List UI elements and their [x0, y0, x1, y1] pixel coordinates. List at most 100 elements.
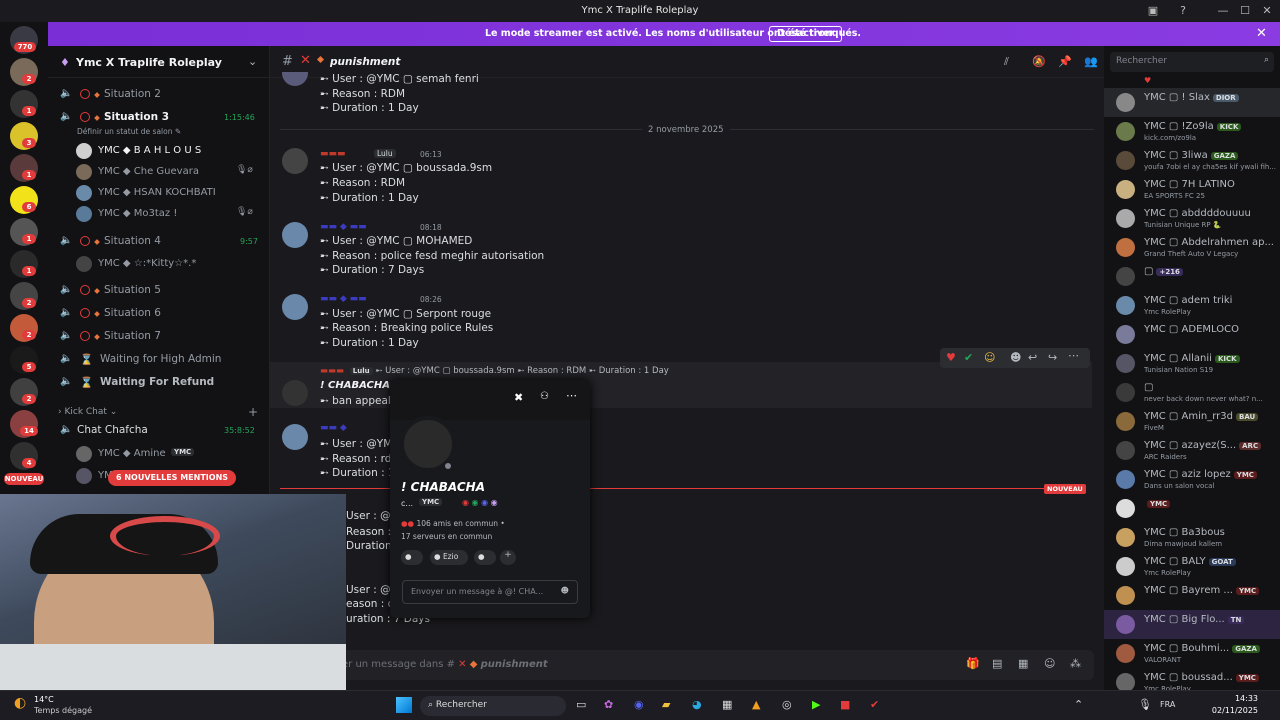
add-channel-icon[interactable]: + [248, 405, 258, 419]
member-row[interactable]: YMC ▢ 3liwa GAZA youfa 7obi el ay cha5es k… [1104, 146, 1280, 175]
voice-channel-situation-2[interactable]: 🔈 Situation 2 [58, 85, 263, 105]
weather-desc[interactable]: Temps dégagé [34, 706, 92, 715]
member-row[interactable]: YMC ▢ Bouhmi... GAZA VALORANT [1104, 639, 1280, 668]
app-icon[interactable]: ✔ [870, 698, 879, 711]
inbox-icon[interactable]: ▣ [1146, 4, 1160, 18]
avatar[interactable] [282, 294, 308, 320]
more-options-icon[interactable]: ⋯ [1068, 349, 1079, 362]
author-name-hidden[interactable]: ▬▬ ◆ ▬▬ [320, 222, 367, 232]
file-explorer-icon[interactable]: ▰ [662, 698, 670, 711]
task-view-icon[interactable]: ▭ [576, 698, 586, 711]
gift-icon[interactable]: 🎁 [966, 657, 980, 670]
avatar[interactable] [282, 380, 308, 406]
member-row[interactable]: YMC ▢ Ba3bous Dima mawjoud kallem [1104, 523, 1280, 552]
new-mentions-pill[interactable]: 6 NOUVELLES MENTIONS [108, 470, 237, 486]
member-row[interactable]: YMC ▢ aziz lopez YMC Dans un salon vocal [1104, 465, 1280, 494]
heart-reaction-icon[interactable]: ♥ [946, 351, 956, 364]
member-row[interactable]: YMC ▢ BALY GOAT Ymc RolePlay [1104, 552, 1280, 581]
sticker-icon[interactable]: ▦ [1018, 657, 1028, 670]
apps-icon[interactable]: ⁂ [1070, 657, 1081, 670]
member-row[interactable]: ▢ never back down never what? n... [1104, 378, 1280, 407]
voice-channel-chat-chafcha[interactable]: 🔈 Chat Chafcha 35:8:52 [58, 421, 263, 441]
threads-icon[interactable]: ⫽ [1004, 55, 1009, 69]
voice-member[interactable]: YMC ◆ B A H L O U S [76, 141, 266, 161]
member-row[interactable]: YMC ▢ Abdelrahmen ap... Grand Theft Auto … [1104, 233, 1280, 262]
member-row[interactable]: YMC ▢ azayez(S... ARC ARC Raiders [1104, 436, 1280, 465]
windows-start-icon[interactable] [396, 697, 412, 713]
kick-icon[interactable]: ▶ [812, 698, 820, 711]
weather-icon[interactable]: ◐ [14, 695, 26, 711]
avatar[interactable] [282, 148, 308, 174]
keyboard-language[interactable]: FRA [1160, 700, 1175, 709]
maximize-icon[interactable]: ☐ [1238, 4, 1252, 18]
category-kick-chat[interactable]: › Kick Chat ⌄ [58, 407, 117, 417]
minimize-icon[interactable]: — [1216, 4, 1230, 18]
member-row[interactable]: YMC ▢ abddddouuuu Tunisian Unique RP 🐍 [1104, 204, 1280, 233]
connection-chip[interactable]: ● [401, 550, 423, 565]
author-name[interactable]: ! CHABACHA [320, 380, 390, 391]
member-row[interactable]: ▢ +216 [1104, 262, 1280, 291]
connection-chip[interactable]: ● Ezio [430, 550, 468, 565]
add-reaction-icon[interactable]: ☻ [1010, 351, 1021, 364]
member-row[interactable]: YMC ▢ 7H LATINO EA SPORTS FC 25 [1104, 175, 1280, 204]
member-row[interactable]: YMC [1104, 494, 1280, 523]
avatar[interactable] [282, 222, 308, 248]
voice-member[interactable]: YMC ◆ Amine YMC [76, 444, 266, 464]
voice-channel-situation-5[interactable]: 🔈 Situation 5 [58, 281, 263, 301]
server-header[interactable]: ♦ Ymc X Traplife Roleplay ⌄ [48, 46, 270, 78]
voice-channel-situation-4[interactable]: 🔈 Situation 4 9:57 [58, 232, 263, 252]
app-icon[interactable]: ▲ [752, 698, 760, 711]
add-chip-icon[interactable]: + [500, 550, 516, 565]
block-icon[interactable]: ✖ [514, 391, 523, 404]
obs-icon[interactable]: ◎ [782, 698, 792, 711]
app-icon[interactable]: ■ [840, 698, 850, 711]
profile-message-input[interactable]: Envoyer un message à @! CHA... ☻ [402, 580, 578, 604]
laugh-reaction-icon[interactable]: ☺ [984, 351, 995, 364]
member-row[interactable]: YMC ▢ ADEMLOCO [1104, 320, 1280, 349]
help-icon[interactable]: ? [1176, 4, 1190, 18]
edge-icon[interactable]: ◕ [692, 698, 702, 711]
voice-channel-situation-3[interactable]: 🔈 Situation 3 1:15:46 [58, 108, 263, 128]
member-row[interactable]: YMC ▢ ! Slax DIOR [1104, 88, 1280, 117]
discord-taskbar-icon[interactable]: ◉ [634, 698, 644, 711]
pin-icon[interactable]: 📌 [1058, 55, 1072, 68]
check-reaction-icon[interactable]: ✔ [964, 351, 973, 364]
tray-chevron-icon[interactable]: ⌃ [1074, 698, 1083, 711]
voice-channel-waiting-refund[interactable]: 🔈 ⌛ Waiting For Refund [58, 373, 263, 393]
add-friend-icon[interactable]: ⚇ [540, 391, 549, 402]
member-row[interactable]: YMC ▢ Big Flo... TN [1104, 610, 1280, 639]
taskbar-search[interactable]: ⌕ Rechercher [420, 696, 566, 716]
voice-channel-situation-6[interactable]: 🔈 Situation 6 [58, 304, 263, 324]
voice-channel-situation-7[interactable]: 🔈 Situation 7 [58, 327, 263, 347]
clock-time[interactable]: 14:33 [1220, 694, 1258, 703]
new-unreads-pill[interactable]: NOUVEAU [4, 473, 44, 485]
voice-member[interactable]: YMC ◆ Mo3taz ! 🎙︎⌀ [76, 204, 266, 224]
emoji-icon[interactable]: ☻ [561, 586, 569, 595]
mutual-servers[interactable]: 17 serveurs en commun [401, 532, 492, 541]
member-row[interactable]: YMC ▢ Allanii KICK Tunisian Nation S19 [1104, 349, 1280, 378]
voice-member[interactable]: YMC ◆ HSAN KOCHBATI [76, 183, 266, 203]
member-row[interactable]: YMC ▢ Amin_rr3d BAU FiveM [1104, 407, 1280, 436]
member-list-icon[interactable]: 👥 [1084, 55, 1098, 68]
message-composer[interactable]: er un message dans # ✕ ◆ punishment 🎁 ▤ … [280, 650, 1094, 680]
mutual-friends[interactable]: ●● 106 amis en commun • [401, 519, 505, 528]
member-row[interactable]: YMC ▢ !Zo9la KICK kick.com/zo9la [1104, 117, 1280, 146]
gif-icon[interactable]: ▤ [992, 657, 1002, 670]
reply-preview[interactable]: ▬▬▬ Lulu ➸ User : @YMC ▢ boussada.9sm ➸ … [320, 366, 669, 376]
weather-temp[interactable]: 14°C [34, 695, 54, 704]
member-row[interactable]: YMC ▢ adem triki Ymc RolePlay [1104, 291, 1280, 320]
close-window-icon[interactable]: ✕ [1260, 4, 1274, 18]
search-input[interactable]: Rechercher ⌕ [1110, 52, 1274, 72]
author-name-hidden[interactable]: ▬▬▬ [320, 149, 346, 159]
voice-member[interactable]: YMC ◆ Che Guevara 🎙︎⌀ [76, 162, 266, 182]
channel-status[interactable]: Définir un statut de salon ✎ [77, 127, 181, 136]
emoji-icon[interactable]: ☺ [1044, 657, 1055, 670]
avatar[interactable] [282, 424, 308, 450]
author-name-hidden[interactable]: ▬▬ ◆ ▬▬ [320, 294, 367, 304]
store-icon[interactable]: ▦ [722, 698, 732, 711]
voice-member[interactable]: YMC ◆ ☆:*Kitty☆*.* [76, 254, 266, 274]
more-options-icon[interactable]: ⋯ [566, 389, 577, 402]
close-banner-icon[interactable]: ✕ [1256, 26, 1267, 41]
voice-channel-waiting-high-admin[interactable]: 🔈 ⌛ Waiting for High Admin [58, 350, 263, 370]
copilot-icon[interactable]: ✿ [604, 698, 613, 711]
